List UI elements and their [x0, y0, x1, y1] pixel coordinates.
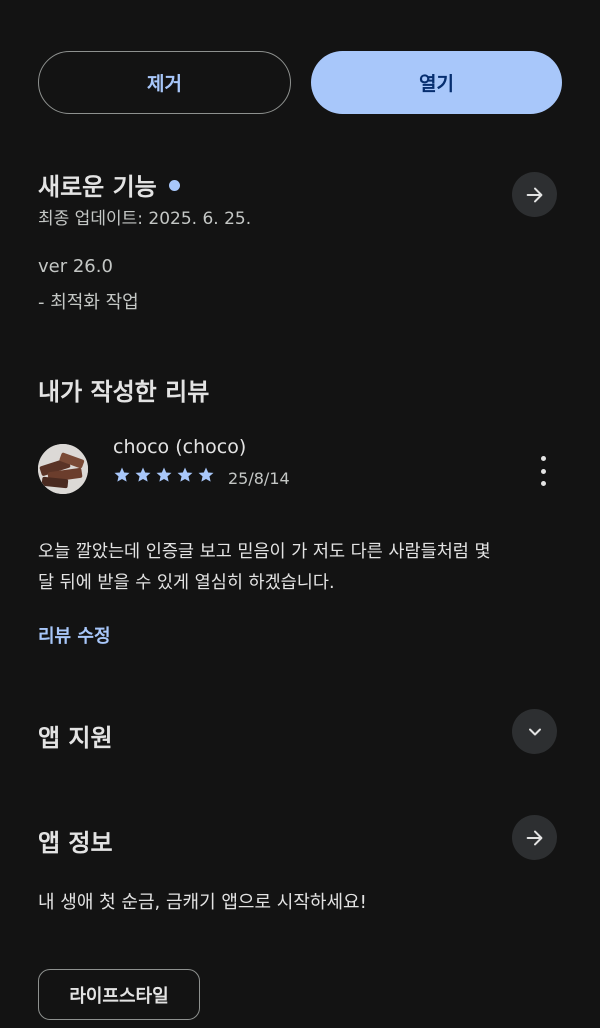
edit-review-link[interactable]: 리뷰 수정	[38, 622, 111, 648]
version-text: ver 26.0	[38, 256, 113, 277]
update-note: - 최적화 작업	[38, 292, 139, 313]
avatar	[38, 444, 88, 494]
app-info-arrow-button[interactable]	[512, 815, 557, 860]
my-review-title: 내가 작성한 리뷰	[38, 378, 210, 406]
whats-new-header[interactable]: 새로운 기능	[38, 167, 180, 202]
app-description: 내 생애 첫 순금, 금캐기 앱으로 시작하세요!	[38, 892, 367, 913]
install-actions: 제거 열기	[38, 51, 562, 114]
app-support-expand-button[interactable]	[512, 709, 557, 754]
whats-new-title: 새로운 기능	[38, 173, 157, 201]
open-button[interactable]: 열기	[311, 51, 562, 114]
category-chip[interactable]: 라이프스타일	[38, 969, 200, 1020]
more-vert-icon[interactable]	[535, 456, 551, 486]
review-body-line1: 오늘 깔았는데 인증글 보고 믿음이 가 저도 다른 사람들처럼 몇	[38, 542, 491, 562]
whats-new-arrow-button[interactable]	[512, 172, 557, 217]
app-support-title[interactable]: 앱 지원	[38, 718, 113, 753]
review-date: 25/8/14	[228, 469, 290, 488]
chevron-down-icon	[528, 728, 541, 735]
app-info-title[interactable]: 앱 정보	[38, 823, 113, 858]
star-icon	[198, 467, 214, 482]
new-indicator-dot	[168, 179, 180, 191]
arrow-right-icon	[526, 830, 542, 845]
star-icon	[177, 467, 193, 482]
arrow-right-icon	[526, 187, 542, 202]
star-icon	[135, 467, 151, 482]
review-body-line2: 달 뒤에 받을 수 있게 열심히 하겠습니다.	[38, 573, 335, 593]
review-rating	[113, 466, 215, 484]
star-icon	[114, 467, 130, 482]
last-updated: 최종 업데이트: 2025. 6. 25.	[38, 209, 252, 229]
clipped-stats-row	[0, 0, 600, 6]
review-author: choco (choco)	[113, 436, 247, 458]
uninstall-button[interactable]: 제거	[38, 51, 291, 114]
star-icon	[156, 467, 172, 482]
